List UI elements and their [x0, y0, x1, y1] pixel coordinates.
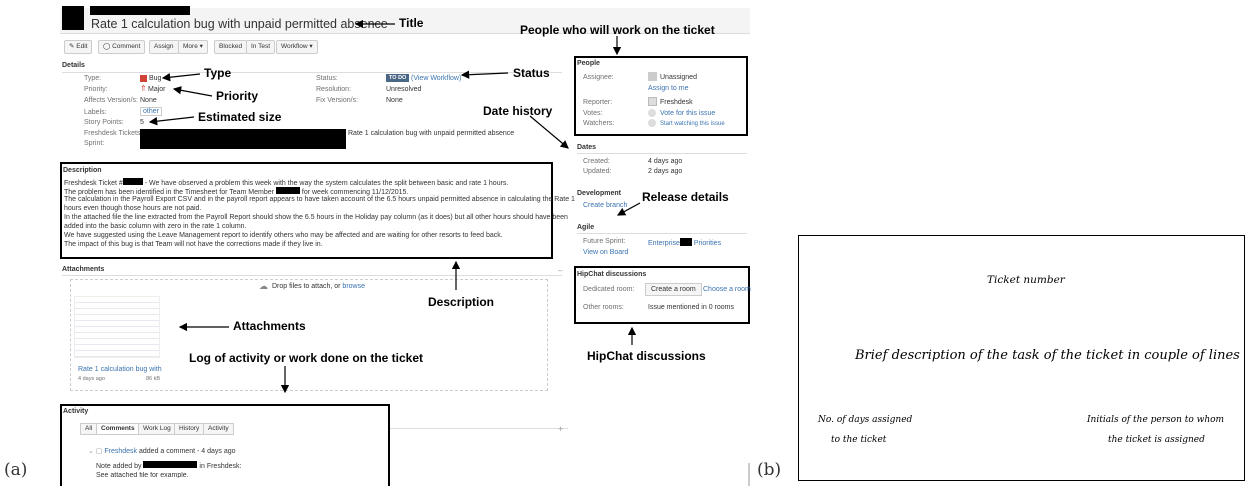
- arrow-date-history: [529, 115, 569, 149]
- arrow-release-details: [616, 202, 641, 216]
- card-ticket-number: Ticket number: [987, 274, 1065, 286]
- arrow-status: [460, 70, 509, 79]
- arrow-estimated-size: [148, 116, 195, 126]
- card-initials-line-2: the ticket is assigned: [1108, 435, 1205, 445]
- card-days-assigned-line-2: to the ticket: [831, 435, 887, 445]
- card-initials-line-1: Initials of the person to whom: [1087, 415, 1225, 425]
- card-days-assigned-line-1: No. of days assigned: [818, 415, 913, 425]
- arrow-type: [161, 73, 201, 82]
- arrow-priority: [172, 86, 213, 97]
- panel-b-label: (b): [757, 460, 782, 480]
- card-brief-description: Brief description of the task of the tic…: [855, 348, 1240, 363]
